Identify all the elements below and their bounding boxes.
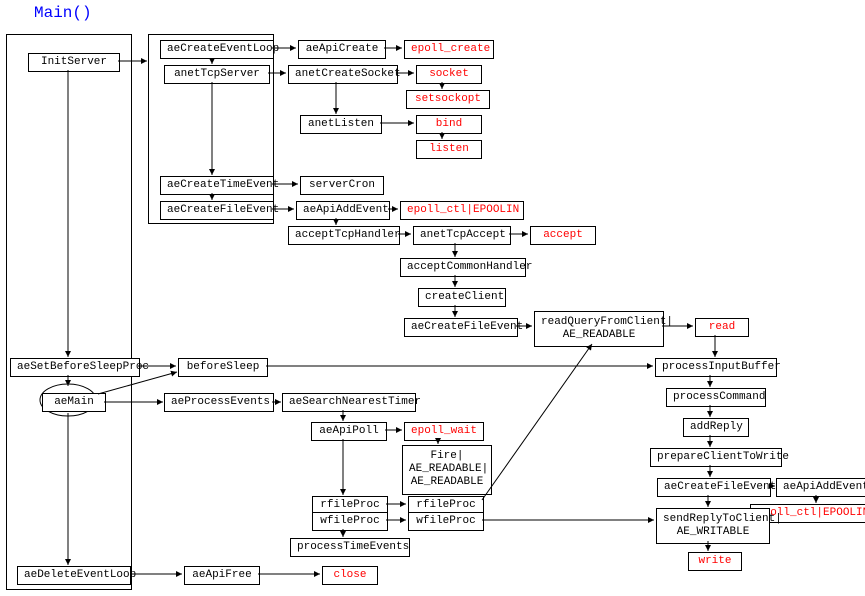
box-aeapicreate: aeApiCreate <box>298 40 386 59</box>
box-anetlisten: anetListen <box>300 115 382 134</box>
box-close: close <box>322 566 378 585</box>
box-processcommand: processCommand <box>666 388 766 407</box>
box-epoll-ctl-in: epoll_ctl|EPOOLIN <box>400 201 524 220</box>
box-write: write <box>688 552 742 571</box>
box-fire: Fire| AE_READABLE| AE_READABLE <box>402 445 492 495</box>
box-anettcpaccept: anetTcpAccept <box>413 226 511 245</box>
box-epoll-wait: epoll_wait <box>404 422 484 441</box>
box-aedeleteeventloop: aeDeleteEventLoop <box>17 566 131 585</box>
box-aesetbeforesleepproc: aeSetBeforeSleepProc <box>10 358 140 377</box>
box-aeapifree: aeApiFree <box>184 566 260 585</box>
box-aeapiaddevent2: aeApiAddEvent <box>776 478 865 497</box>
box-aeapiaddevent: aeApiAddEvent <box>296 201 390 220</box>
box-processtimeevents: processTimeEvents <box>290 538 410 557</box>
box-sendreplytoclient: sendReplyToClient| AE_WRITABLE <box>656 508 770 544</box>
box-aemain: aeMain <box>42 393 106 412</box>
box-socket: socket <box>416 65 482 84</box>
box-addreply: addReply <box>683 418 749 437</box>
box-aecreatefileevent3: aeCreateFileEvent <box>657 478 771 497</box>
box-aeapipoll: aeApiPoll <box>311 422 387 441</box>
box-bind: bind <box>416 115 482 134</box>
box-prepareclienttowrite: prepareClientToWrite <box>650 448 782 467</box>
box-anettcpserver: anetTcpServer <box>164 65 270 84</box>
box-read: read <box>695 318 749 337</box>
box-processinputbuffer: processInputBuffer <box>655 358 777 377</box>
box-anetcreatesocket: anetCreateSocket <box>288 65 398 84</box>
box-aesearchnearesttimer: aeSearchNearestTimer <box>282 393 416 412</box>
box-aecreatefileevent2: aeCreateFileEvent <box>404 318 518 337</box>
box-epoll-create: epoll_create <box>404 40 494 59</box>
box-acceptcommonhandler: acceptCommonHandler <box>400 258 526 277</box>
box-beforesleep: beforeSleep <box>178 358 268 377</box>
frame-init <box>148 34 274 224</box>
box-aecreatetimeevent: aeCreateTimeEvent <box>160 176 274 195</box>
box-accept: accept <box>530 226 596 245</box>
box-initserver: InitServer <box>28 53 120 72</box>
box-setsockopt: setsockopt <box>406 90 490 109</box>
frame-left <box>6 34 132 590</box>
page-title: Main() <box>34 4 92 22</box>
box-accepttcphandler: acceptTcpHandler <box>288 226 400 245</box>
box-wfileproc2: wfileProc <box>408 512 484 531</box>
box-wfileproc1: wfileProc <box>312 512 388 531</box>
box-aecreateeventloop: aeCreateEventLoop <box>160 40 274 59</box>
box-aeprocessevents: aeProcessEvents <box>164 393 274 412</box>
box-aecreatefileevent: aeCreateFileEvent <box>160 201 274 220</box>
box-listen: listen <box>416 140 482 159</box>
box-createclient: createClient <box>418 288 506 307</box>
box-servercron: serverCron <box>300 176 384 195</box>
box-readqueryfromclient: readQueryFromClient| AE_READABLE <box>534 311 664 347</box>
